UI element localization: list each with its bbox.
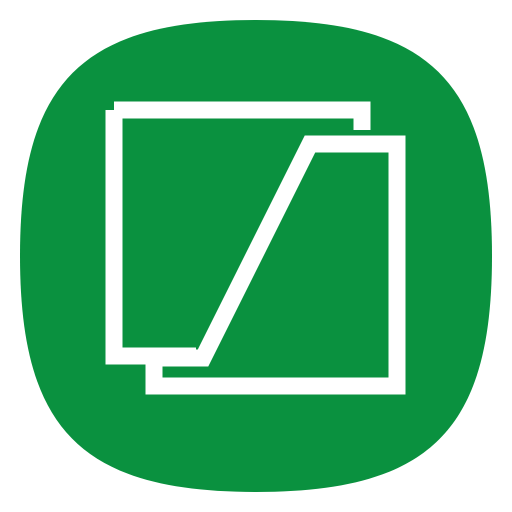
icon-stage (0, 0, 512, 512)
app-icon[interactable] (0, 0, 512, 512)
